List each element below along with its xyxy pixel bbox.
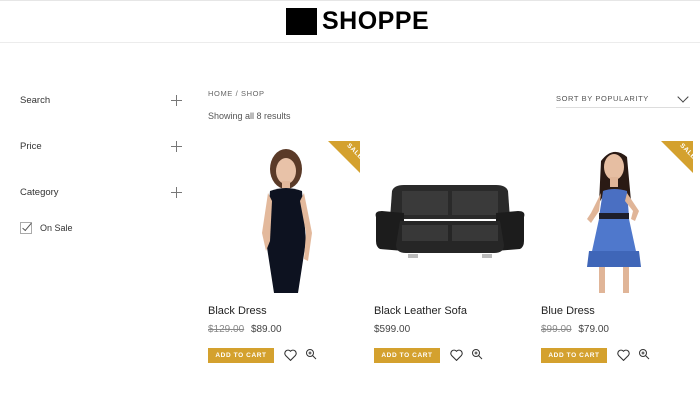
- heart-icon[interactable]: [284, 349, 297, 361]
- filter-price[interactable]: Price: [20, 136, 182, 156]
- current-price: $79.00: [578, 324, 609, 335]
- product-price: $129.00 $89.00: [208, 324, 282, 335]
- product-price: $599.00: [374, 324, 410, 335]
- old-price: $99.00: [541, 324, 572, 335]
- current-price: $599.00: [374, 324, 411, 335]
- chevron-down-icon[interactable]: [677, 91, 689, 103]
- results-count: Showing all 8 results: [208, 111, 291, 121]
- filter-label: Search: [20, 94, 51, 106]
- add-to-cart-button[interactable]: ADD TO CART: [208, 348, 274, 363]
- breadcrumb-home[interactable]: HOME: [208, 89, 233, 98]
- product-name[interactable]: Black Leather Sofa: [374, 305, 467, 317]
- black-sofa-image: [374, 141, 526, 293]
- zoom-icon[interactable]: [305, 348, 317, 360]
- current-price: $89.00: [250, 324, 282, 335]
- on-sale-label: On Sale: [40, 223, 73, 233]
- breadcrumb-separator: /: [235, 89, 239, 98]
- on-sale-checkbox[interactable]: [20, 222, 32, 234]
- plus-icon[interactable]: [171, 94, 182, 106]
- product-image[interactable]: [374, 141, 526, 293]
- filter-label: Category: [20, 186, 59, 198]
- add-to-cart-button[interactable]: ADD TO CART: [541, 348, 607, 363]
- zoom-icon[interactable]: [471, 348, 483, 360]
- on-sale-filter[interactable]: On Sale: [20, 222, 73, 234]
- sale-badge: SALE: [328, 141, 360, 173]
- sort-selected-value: SORT BY POPULARITY: [556, 94, 649, 103]
- sort-dropdown[interactable]: SORT BY POPULARITY: [556, 91, 690, 108]
- product-image[interactable]: SALE: [541, 141, 693, 293]
- heart-icon[interactable]: [617, 349, 630, 361]
- heart-icon[interactable]: [450, 349, 463, 361]
- old-price: $129.00: [208, 324, 245, 335]
- logo-mark-icon: [286, 7, 317, 35]
- site-header: SHOPPE: [0, 0, 700, 43]
- plus-icon[interactable]: [171, 140, 182, 152]
- plus-icon[interactable]: [171, 186, 182, 198]
- site-logo[interactable]: SHOPPE: [286, 6, 429, 36]
- filter-label: Price: [20, 140, 42, 152]
- filter-category[interactable]: Category: [20, 182, 182, 202]
- breadcrumb: HOME / SHOP: [208, 89, 265, 98]
- add-to-cart-button[interactable]: ADD TO CART: [374, 348, 440, 363]
- product-image[interactable]: SALE: [208, 141, 360, 293]
- logo-text: SHOPPE: [322, 6, 430, 35]
- product-price: $99.00 $79.00: [541, 324, 609, 335]
- product-name[interactable]: Blue Dress: [541, 305, 595, 317]
- filter-search[interactable]: Search: [20, 90, 182, 110]
- breadcrumb-current: SHOP: [240, 89, 265, 98]
- zoom-icon[interactable]: [638, 348, 650, 360]
- product-name[interactable]: Black Dress: [208, 305, 267, 317]
- sale-badge: SALE: [661, 141, 693, 173]
